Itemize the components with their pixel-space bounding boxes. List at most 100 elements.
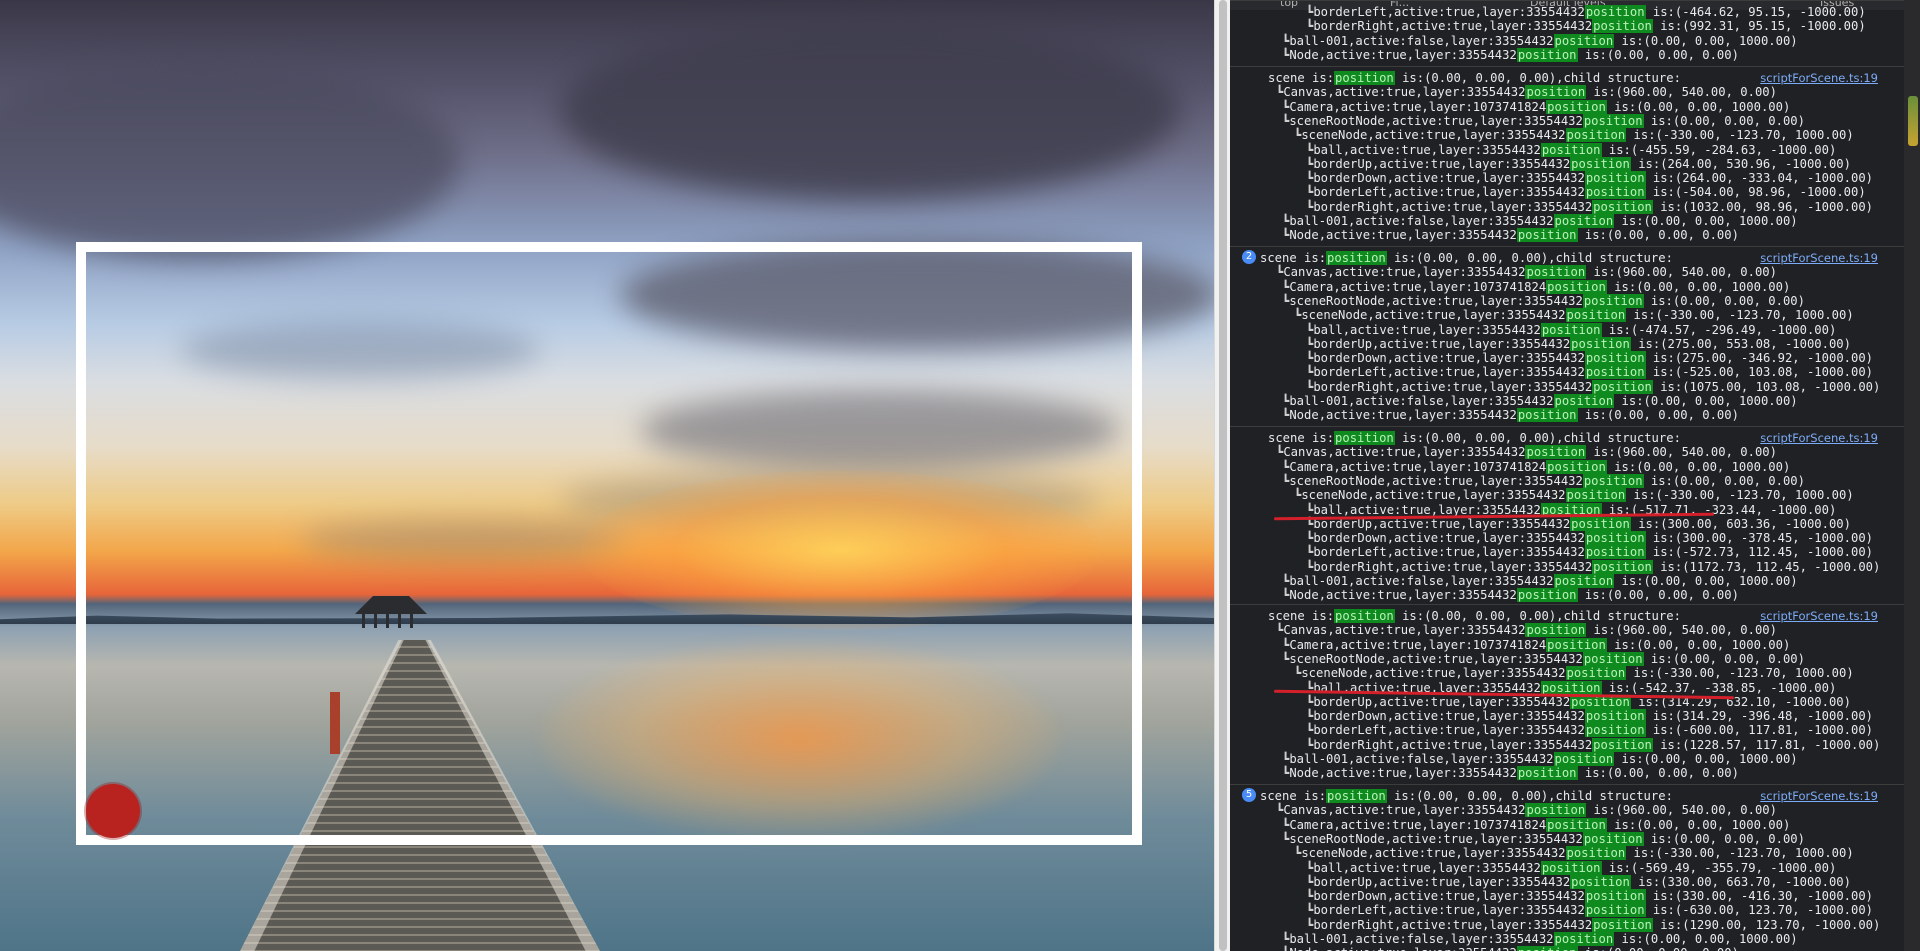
scene-header-line: scene is:position is:(0.00, 0.00, 0.00),… <box>1268 609 1681 623</box>
scene-header-line: scene is:position is:(0.00, 0.00, 0.00),… <box>1268 71 1681 85</box>
position-highlight: position <box>1584 709 1646 724</box>
node-position: is:(-542.37, -338.85, -1000.00) <box>1601 680 1837 695</box>
console-message-group <box>1230 0 1920 1</box>
node-position: is:(264.00, -333.04, -1000.00) <box>1645 171 1874 186</box>
source-link[interactable]: scriptForScene.ts:19 <box>1760 71 1878 85</box>
position-highlight: position <box>1582 113 1644 128</box>
position-highlight: position <box>1582 831 1644 846</box>
node-name: borderRight,active:true,layer:33554432 <box>1313 379 1593 394</box>
position-highlight: position <box>1592 917 1653 932</box>
node-position: is:(275.00, -346.92, -1000.00) <box>1645 351 1874 366</box>
node-position: is:(1032.00, 98.96, -1000.00) <box>1652 199 1873 214</box>
node-line: ┗borderLeft,active:true,layer:33554432po… <box>1306 545 1874 560</box>
node-position: is:(0.00, 0.00, 1000.00) <box>1614 932 1798 946</box>
source-link[interactable]: scriptForScene.ts:19 <box>1760 789 1878 803</box>
node-name: Node,active:true,layer:33554432 <box>1289 228 1517 243</box>
log-value: is:(0.00, 0.00, 0.00),child structure: <box>1394 609 1681 623</box>
node-line: ┗borderRight,active:true,layer:33554432p… <box>1306 199 1873 214</box>
node-line: ┗sceneNode,active:true,layer:33554432pos… <box>1294 308 1854 323</box>
node-name: borderDown,active:true,layer:33554432 <box>1313 171 1585 186</box>
node-line: ┗sceneRootNode,active:true,layer:3355443… <box>1282 473 1805 488</box>
node-position: is:(-572.73, 112.45, -1000.00) <box>1645 545 1874 560</box>
context-selector[interactable]: top <box>1280 0 1298 9</box>
node-position: is:(0.00, 0.00, 0.00) <box>1577 408 1739 423</box>
position-highlight: position <box>1584 351 1646 366</box>
node-line: ┗Camera,active:true,layer:1073741824posi… <box>1282 459 1790 474</box>
node-position: is:(314.29, -396.48, -1000.00) <box>1645 709 1874 724</box>
node-line: ┗Canvas,active:true,layer:33554432positi… <box>1276 445 1777 460</box>
position-highlight: position <box>1570 874 1631 889</box>
node-name: ball,active:true,layer:33554432 <box>1313 860 1541 875</box>
node-position: is:(-330.00, -123.70, 1000.00) <box>1626 128 1854 143</box>
position-highlight: position <box>1584 185 1646 200</box>
source-link[interactable]: scriptForScene.ts:19 <box>1760 431 1878 445</box>
node-name: borderUp,active:true,layer:33554432 <box>1313 336 1571 351</box>
node-line: ┗borderLeft,active:true,layer:33554432po… <box>1306 723 1874 738</box>
node-position: is:(960.00, 540.00, 0.00) <box>1586 85 1777 100</box>
position-highlight: position <box>1540 142 1602 157</box>
node-line: ┗borderDown,active:true,layer:33554432po… <box>1306 531 1873 546</box>
node-name: Canvas,active:true,layer:33554432 <box>1283 85 1526 100</box>
position-highlight: position <box>1525 265 1587 280</box>
node-name: borderUp,active:true,layer:33554432 <box>1313 694 1571 709</box>
node-position: is:(275.00, 553.08, -1000.00) <box>1630 336 1851 351</box>
position-highlight: position <box>1584 171 1646 186</box>
repeat-count-badge: 5 <box>1242 788 1256 802</box>
node-name: borderLeft,active:true,layer:33554432 <box>1313 545 1585 560</box>
node-name: borderLeft,active:true,layer:33554432 <box>1313 723 1585 738</box>
console-scrollbar[interactable] <box>1904 0 1920 951</box>
position-highlight: position <box>1582 293 1644 308</box>
node-line: ┗borderRight,active:true,layer:33554432p… <box>1306 737 1880 752</box>
node-name: Canvas,active:true,layer:33554432 <box>1283 445 1526 460</box>
node-position: is:(0.00, 0.00, 0.00) <box>1643 831 1805 846</box>
position-highlight: position <box>1334 609 1395 623</box>
position-highlight: position <box>1592 199 1653 214</box>
node-name: borderLeft,active:true,layer:33554432 <box>1313 903 1585 918</box>
node-position: is:(-525.00, 103.08, -1000.00) <box>1645 365 1874 380</box>
log-text: scene is: <box>1260 789 1327 803</box>
node-position: is:(0.00, 0.00, 0.00) <box>1643 293 1805 308</box>
position-highlight: position <box>1546 817 1607 832</box>
scrollbar-thumb[interactable] <box>1219 0 1227 951</box>
scene-header-line: scene is:position is:(0.00, 0.00, 0.00),… <box>1260 251 1673 265</box>
node-position: is:(0.00, 0.00, 0.00) <box>1577 588 1739 603</box>
node-name: sceneRootNode,active:true,layer:33554432 <box>1289 831 1583 846</box>
position-highlight: position <box>1525 803 1587 818</box>
node-line: ┗ball-001,active:false,layer:33554432pos… <box>1282 394 1798 408</box>
position-highlight: position <box>1565 308 1627 323</box>
console-scrollbar-thumb[interactable] <box>1908 96 1918 146</box>
game-preview[interactable] <box>0 0 1214 951</box>
position-highlight: position <box>1565 488 1627 503</box>
position-highlight: position <box>1326 251 1387 265</box>
position-highlight: position <box>1570 516 1631 531</box>
scene-header-line: scene is:position is:(0.00, 0.00, 0.00),… <box>1268 431 1681 445</box>
source-link[interactable]: scriptForScene.ts:19 <box>1760 609 1878 623</box>
game-border-frame <box>76 242 1142 845</box>
node-line: ┗ball-001,active:false,layer:33554432pos… <box>1282 932 1798 946</box>
node-line: ┗Camera,active:true,layer:1073741824posi… <box>1282 637 1790 652</box>
node-position: is:(330.00, -416.30, -1000.00) <box>1645 889 1874 904</box>
node-name: Node,active:true,layer:33554432 <box>1289 47 1517 62</box>
node-name: sceneRootNode,active:true,layer:33554432 <box>1289 113 1583 128</box>
node-name: sceneRootNode,active:true,layer:33554432 <box>1289 473 1583 488</box>
node-name: ball-001,active:false,layer:33554432 <box>1289 932 1554 946</box>
source-link[interactable]: scriptForScene.ts:19 <box>1760 251 1878 265</box>
node-line: ┗ball,active:true,layer:33554432position… <box>1306 142 1836 157</box>
console-message-group <box>1230 66 1920 67</box>
devtools-console[interactable]: top Fi... Default levels Issues ┗borderL… <box>1230 0 1920 951</box>
node-position: is:(-600.00, 117.81, -1000.00) <box>1645 723 1874 738</box>
position-highlight: position <box>1570 336 1631 351</box>
preview-scrollbar[interactable] <box>1214 0 1230 951</box>
node-position: is:(-330.00, -123.70, 1000.00) <box>1626 308 1854 323</box>
position-highlight: position <box>1553 574 1615 588</box>
log-text: scene is: <box>1260 251 1327 265</box>
node-name: borderUp,active:true,layer:33554432 <box>1313 156 1571 171</box>
node-name: ball-001,active:false,layer:33554432 <box>1289 574 1554 588</box>
node-position: is:(960.00, 540.00, 0.00) <box>1586 445 1777 460</box>
node-line: ┗borderUp,active:true,layer:33554432posi… <box>1306 156 1851 171</box>
node-line: ┗ball,active:true,layer:33554432position… <box>1306 322 1836 337</box>
ball[interactable] <box>86 784 140 838</box>
node-line: ┗Camera,active:true,layer:1073741824posi… <box>1282 817 1790 832</box>
log-value: is:(0.00, 0.00, 0.00),child structure: <box>1394 71 1681 85</box>
node-name: Node,active:true,layer:33554432 <box>1289 588 1517 603</box>
